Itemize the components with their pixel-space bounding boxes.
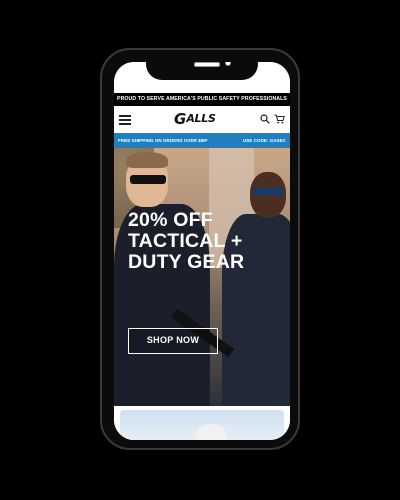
hero-officer-left-sunglasses: [130, 175, 166, 184]
status-area: [114, 62, 290, 93]
site-logo[interactable]: G ALLS: [174, 111, 230, 127]
speaker-icon: [194, 62, 220, 67]
promo-banner: PROUD TO SERVE AMERICA'S PUBLIC SAFETY P…: [114, 93, 290, 106]
shop-now-button[interactable]: SHOP NOW: [128, 328, 218, 354]
hero-title-line: 20% OFF: [128, 209, 213, 231]
shipping-bar[interactable]: FREE SHIPPING ON ORDERS OVER $99* USE CO…: [114, 133, 290, 148]
hero-officer-left-hair: [126, 152, 168, 168]
site-header: G ALLS: [114, 106, 290, 133]
logo-text: ALLS: [186, 112, 216, 125]
camera-icon: [225, 62, 231, 66]
hero-title: 20% OFF TACTICAL + DUTY GEAR: [128, 210, 278, 273]
promo-code-text: USE CODE: GASEC: [242, 138, 286, 143]
hero-title-line: DUTY GEAR: [128, 251, 245, 273]
hero-title-line: TACTICAL +: [128, 230, 243, 252]
next-promo-section: [114, 406, 290, 440]
logo-mark: G: [174, 110, 187, 128]
hero-banner[interactable]: 20% OFF TACTICAL + DUTY GEAR SHOP NOW: [114, 148, 290, 406]
search-icon[interactable]: [260, 114, 270, 124]
phone-screen: PROUD TO SERVE AMERICA'S PUBLIC SAFETY P…: [114, 62, 290, 440]
phone-notch: [146, 62, 258, 80]
promo-banner-text: PROUD TO SERVE AMERICA'S PUBLIC SAFETY P…: [117, 96, 287, 102]
phone-frame: PROUD TO SERVE AMERICA'S PUBLIC SAFETY P…: [100, 48, 300, 450]
cart-icon[interactable]: [274, 114, 285, 124]
hero-officer-right-sunglasses: [252, 188, 284, 195]
free-shipping-text: FREE SHIPPING ON ORDERS OVER $99*: [118, 138, 208, 143]
hamburger-icon[interactable]: [119, 115, 131, 125]
next-promo-figure: [196, 424, 226, 440]
